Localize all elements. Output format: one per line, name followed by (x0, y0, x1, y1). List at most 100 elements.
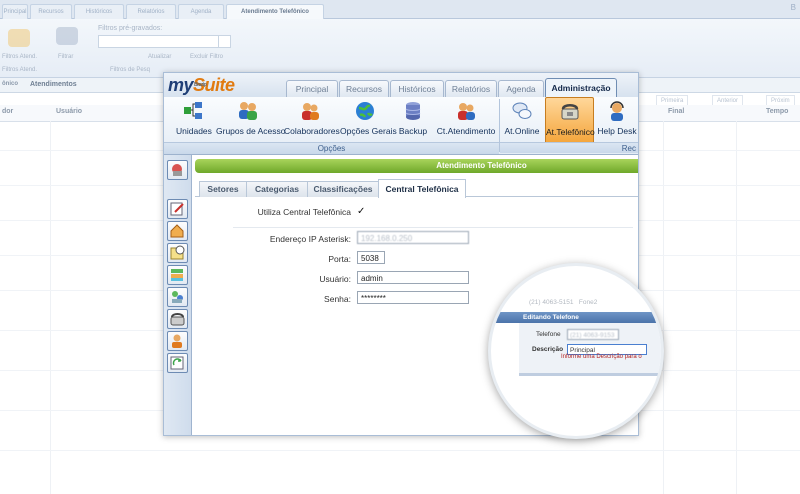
form-divider (233, 227, 633, 228)
collaborators-button[interactable]: Colaboradores (284, 100, 340, 142)
description-label: Descrição (532, 346, 564, 353)
bg-tab-relatorios[interactable]: Relatórios (126, 4, 176, 19)
service-center-label: Ct.Atendimento (436, 126, 496, 136)
port-label: Porta: (328, 254, 351, 264)
ip-label: Endereço IP Asterisk: (269, 234, 351, 244)
help-desk-label: Help Desk (597, 126, 637, 136)
bg-grid-line (663, 121, 664, 494)
sidebar-phone-user-icon[interactable] (167, 160, 188, 180)
ip-input[interactable]: 192.168.0.250 (357, 231, 469, 244)
sidebar-clock-icon[interactable] (167, 243, 188, 263)
sidebar-refresh-icon[interactable] (167, 353, 188, 373)
tab-central-telefonica[interactable]: Central Telefônica (378, 179, 466, 198)
phone-service-button[interactable]: At.Telefônico (545, 97, 595, 144)
tab-principal[interactable]: Principal (286, 80, 338, 97)
background-toolbar: Filtros Atend. Filtrar Filtros pré-grava… (0, 19, 800, 78)
magnifier-callout: (21) 4063-5151 Fone2 Editando Telefone T… (488, 263, 664, 439)
previous-phone-type: Fone2 (578, 299, 598, 306)
bg-tab-recursos[interactable]: Recursos (30, 4, 72, 19)
bg-corner-text: B (790, 3, 796, 12)
chat-icon (512, 102, 532, 119)
use-central-checkbox[interactable]: ✓ (357, 207, 368, 218)
tab-classificacoes[interactable]: Classificações (307, 181, 379, 197)
content-tabs: Setores Categorias Classificações Centra… (195, 179, 638, 198)
bg-group-label-1: Filtros Atend. (2, 67, 38, 73)
page-title-text: Atendimento Telefônico (436, 161, 527, 170)
description-hint: Informe uma Descrição para o (561, 354, 642, 360)
bg-tab-principal[interactable]: Principal (2, 4, 28, 19)
phone-label: Telefone (536, 331, 561, 338)
previous-phone-row: (21) 4063-5151 Fone2 (529, 299, 597, 306)
bg-filters-label: Filtros pré-gravados: (98, 25, 163, 32)
bg-subtab-1[interactable]: ônico (2, 81, 18, 87)
phone-icon (561, 104, 578, 120)
top-nav-bar: mySuite Brazip Principal Recursos Histór… (164, 73, 638, 98)
online-service-button[interactable]: At.Online (504, 100, 540, 142)
phone-input[interactable]: (21) 4063-9153 (567, 329, 619, 340)
tab-categorias[interactable]: Categorias (246, 181, 308, 197)
bg-filter-select[interactable] (98, 35, 220, 48)
service-center-button[interactable]: Ct.Atendimento (436, 100, 496, 142)
units-label: Unidades (176, 126, 212, 136)
backup-label: Backup (398, 126, 428, 136)
units-button[interactable]: Unidades (176, 100, 212, 142)
access-groups-button[interactable]: Grupos de Acesso (216, 100, 286, 142)
logo-brand: Brazip (194, 82, 207, 88)
bg-col-1[interactable]: dor (2, 108, 13, 115)
bg-group-label-2: Filtros de Pesq (110, 67, 151, 73)
password-label: Senha: (324, 294, 351, 304)
sidebar-books-icon[interactable] (167, 265, 188, 285)
tab-historicos[interactable]: Históricos (390, 80, 444, 97)
access-groups-label: Grupos de Acesso (216, 126, 286, 136)
service-center-icon (458, 103, 475, 120)
bg-grid-line (736, 121, 737, 494)
bg-col-usuario[interactable]: Usuário (56, 108, 82, 115)
port-input[interactable]: 5038 (357, 251, 385, 264)
general-options-label: Opções Gerais (340, 126, 397, 136)
filter-atend-icon (8, 29, 30, 47)
tab-relatorios[interactable]: Relatórios (445, 80, 497, 97)
sidebar-phone-icon[interactable] (167, 309, 188, 329)
bg-tab-historicos[interactable]: Históricos (74, 4, 124, 19)
password-input[interactable]: ******** (357, 291, 469, 304)
page-title: Atendimento Telefônico (195, 159, 638, 173)
general-options-button[interactable]: Opções Gerais (340, 100, 397, 142)
tab-agenda[interactable]: Agenda (498, 80, 544, 97)
access-groups-icon (239, 102, 257, 120)
bg-filter-dropdown[interactable] (218, 35, 231, 48)
help-desk-icon (610, 101, 624, 121)
ribbon-group-options: Opções (164, 142, 499, 154)
mysuite-logo: mySuite Brazip (168, 74, 235, 96)
online-service-label: At.Online (504, 126, 540, 136)
user-input[interactable]: admin (357, 271, 469, 284)
bg-tab-agenda[interactable]: Agenda (178, 4, 224, 19)
bg-grid-line (0, 450, 800, 451)
bg-delete-filter-label[interactable]: Excluir Filtro (190, 54, 223, 60)
sidebar-users-icon[interactable] (167, 287, 188, 307)
sidebar-home-icon[interactable] (167, 221, 188, 241)
units-icon (184, 102, 202, 119)
bg-col-tempo[interactable]: Tempo (766, 108, 788, 115)
binoculars-icon (56, 27, 78, 45)
bg-subtab-2[interactable]: Atendimentos (30, 81, 77, 88)
sidebar-person-icon[interactable] (167, 331, 188, 351)
phone-service-label: At.Telefônico (546, 127, 595, 137)
bg-filter-atend-label[interactable]: Filtros Atend. (2, 54, 37, 60)
sidebar-edit-icon[interactable] (167, 199, 188, 219)
bg-update-label[interactable]: Atualizar (148, 54, 171, 60)
collaborators-label: Colaboradores (284, 126, 340, 136)
logo-prefix: my (168, 75, 194, 95)
tab-recursos[interactable]: Recursos (339, 80, 389, 97)
bg-tab-atendimento[interactable]: Atendimento Telefônico (226, 4, 324, 19)
bg-col-final[interactable]: Final (668, 108, 684, 115)
background-tab-bar: Principal Recursos Históricos Relatórios… (0, 0, 800, 19)
bg-filter-label[interactable]: Filtrar (58, 54, 73, 60)
globe-icon (356, 102, 374, 120)
use-central-label: Utiliza Central Telefônica (257, 207, 351, 217)
backup-button[interactable]: Backup (396, 100, 430, 142)
tab-administracao[interactable]: Administração (545, 78, 617, 98)
edit-phone-dialog-title: Editando Telefone (491, 312, 661, 323)
tab-setores[interactable]: Setores (199, 181, 247, 197)
user-label: Usuário: (319, 274, 351, 284)
help-desk-button[interactable]: Help Desk (597, 100, 637, 142)
